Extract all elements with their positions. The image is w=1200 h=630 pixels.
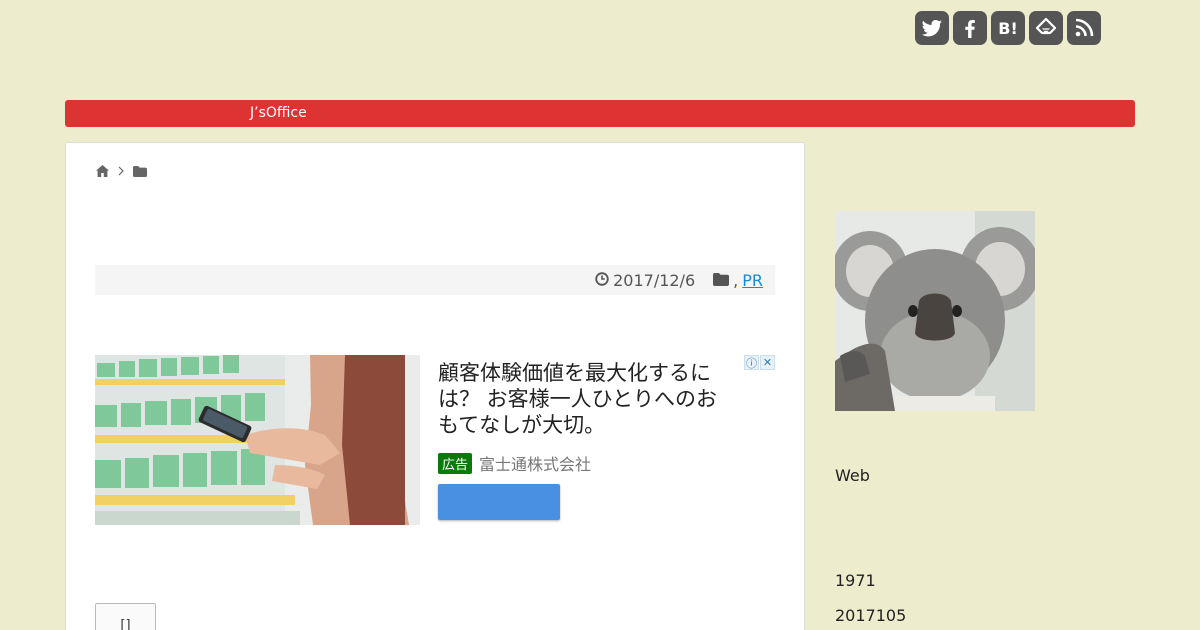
chevron-right-icon: [117, 166, 125, 176]
twitter-icon[interactable]: [915, 11, 949, 45]
post-date: 2017/12/6: [595, 271, 695, 290]
ad-image[interactable]: [95, 355, 420, 525]
home-icon[interactable]: [96, 165, 109, 177]
global-nav: J’sOffice: [65, 100, 1135, 127]
ad-badge: 広告: [438, 452, 473, 474]
ad-sponsor: 広告 富士通株式会社: [438, 451, 591, 475]
main-article: 2017/12/6 , PR 顧客体験価値を最大化するには？ お客様一人ひとりへ…: [65, 142, 805, 630]
post-meta: 2017/12/6 , PR: [95, 265, 775, 295]
post-categories: , PR: [713, 271, 763, 290]
nav-item-jsoffice[interactable]: J’sOffice: [250, 105, 307, 122]
hatena-bookmark-icon[interactable]: B!: [991, 11, 1025, 45]
ad-info-icon[interactable]: ⓘ: [744, 355, 759, 370]
adchoices[interactable]: ⓘ ✕: [744, 355, 775, 370]
hatena-label: B!: [998, 18, 1018, 38]
ad-cta-button[interactable]: [438, 484, 560, 520]
clock-icon: [595, 271, 609, 290]
ad-advertiser[interactable]: 富士通株式会社: [479, 451, 591, 475]
ad-banner[interactable]: 顧客体験価値を最大化するには？ お客様一人ひとりへのおもてなしが大切。 広告 富…: [95, 355, 775, 525]
ad-headline[interactable]: 顧客体験価値を最大化するには？ お客様一人ひとりへのおもてなしが大切。: [438, 360, 738, 438]
sidebar: [835, 211, 1135, 411]
rss-icon[interactable]: [1067, 11, 1101, 45]
folder-icon: [713, 271, 730, 290]
post-date-text: 2017/12/6: [613, 270, 696, 290]
folder-icon[interactable]: [133, 165, 147, 177]
sidebar-text-web: Web: [835, 466, 870, 485]
category-separator: ,: [733, 270, 739, 290]
facebook-icon[interactable]: [953, 11, 987, 45]
sidebar-text-2017105: 2017105: [835, 606, 907, 625]
feedly-icon[interactable]: [1029, 11, 1063, 45]
pager-button[interactable]: []: [95, 603, 156, 630]
breadcrumb: [96, 165, 147, 177]
sidebar-text-1971: 1971: [835, 571, 876, 590]
category-link-pr[interactable]: PR: [742, 271, 763, 290]
social-links: B!: [915, 11, 1101, 45]
profile-image: [835, 211, 1035, 411]
ad-close-icon[interactable]: ✕: [760, 355, 775, 370]
